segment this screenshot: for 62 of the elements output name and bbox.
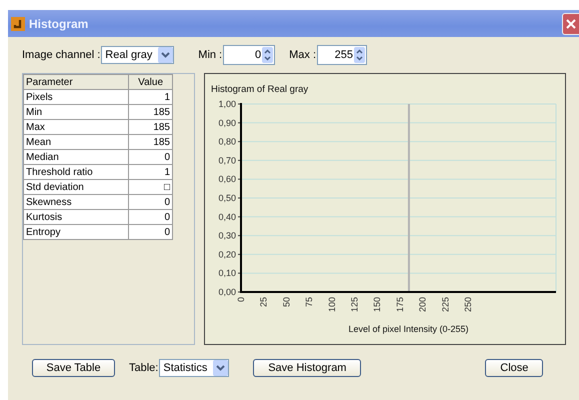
table-cell: Entropy: [24, 224, 129, 240]
column-header[interactable]: Value: [128, 74, 172, 90]
y-tick-label: 0,40: [218, 212, 236, 222]
y-tick-label: 0,20: [218, 249, 236, 260]
x-tick-label: 250: [462, 297, 473, 312]
x-tick-label: 75: [304, 297, 314, 308]
table-cell: 1: [128, 90, 172, 104]
table-cell: 185: [128, 104, 172, 120]
channel-select[interactable]: Real gray: [101, 46, 174, 64]
y-tick-label: 0,60: [218, 174, 236, 184]
x-tick-label: 50: [281, 297, 292, 308]
table-label: Table:: [129, 362, 158, 374]
save-table-button[interactable]: Save Table: [32, 359, 115, 377]
y-tick-label: 0,90: [218, 118, 236, 128]
table-select[interactable]: Statistics: [159, 359, 230, 377]
y-tick-label: 0,80: [218, 136, 236, 147]
table-cell: Median: [24, 150, 129, 164]
x-tick-label: 225: [440, 297, 450, 312]
y-tick-label: 1,00: [218, 99, 236, 109]
x-tick-label: 0: [236, 297, 246, 302]
x-tick-label: 25: [258, 297, 269, 308]
channel-label: Image channel :: [22, 49, 100, 61]
table-cell: 1: [128, 164, 172, 180]
close-button[interactable]: Close: [485, 359, 544, 377]
y-tick-label: 0,30: [218, 230, 236, 241]
table-cell: 0: [128, 224, 172, 240]
min-label: Min :: [198, 49, 222, 61]
x-tick-label: 150: [372, 297, 382, 312]
max-spinner[interactable]: 255: [317, 45, 368, 65]
x-tick-label: 125: [349, 297, 360, 312]
y-tick-label: 0,00: [218, 287, 236, 297]
x-tick-label: 200: [418, 297, 428, 312]
table-cell: 0: [128, 210, 172, 224]
table-cell: 185: [128, 134, 172, 150]
table-cell: □: [128, 180, 172, 194]
table-cell: Max: [24, 120, 129, 134]
app-icon: [11, 16, 25, 30]
y-tick-label: 0,10: [218, 268, 236, 278]
table-cell: Kurtosis: [24, 210, 129, 224]
table-cell: Threshold ratio: [24, 164, 129, 180]
min-spinner[interactable]: 0: [223, 45, 276, 65]
save-histogram-button[interactable]: Save Histogram: [253, 359, 362, 377]
x-tick-label: 100: [326, 297, 337, 312]
table-cell: Pixels: [24, 90, 129, 104]
spinner-arrows-icon[interactable]: [262, 47, 274, 63]
x-tick-label: 175: [394, 297, 405, 312]
table-cell: Min: [24, 104, 129, 120]
table-cell: 185: [128, 120, 172, 134]
max-label: Max :: [289, 49, 316, 61]
table-cell: 0: [128, 150, 172, 164]
table-cell: 0: [128, 194, 172, 210]
y-tick-label: 0,50: [218, 193, 236, 203]
spinner-arrows-icon[interactable]: [354, 47, 366, 63]
table-cell: Std deviation: [24, 180, 129, 194]
window-title: Histogram: [29, 16, 90, 30]
chart-title: Histogram of Real gray: [211, 84, 308, 95]
close-icon[interactable]: [562, 12, 579, 34]
column-header[interactable]: Parameter: [24, 74, 129, 90]
x-axis-label: Level of pixel Intensity (0-255): [348, 324, 469, 334]
table-cell: Mean: [24, 134, 129, 150]
table-cell: Skewness: [24, 194, 129, 210]
y-tick-label: 0,70: [218, 155, 236, 166]
